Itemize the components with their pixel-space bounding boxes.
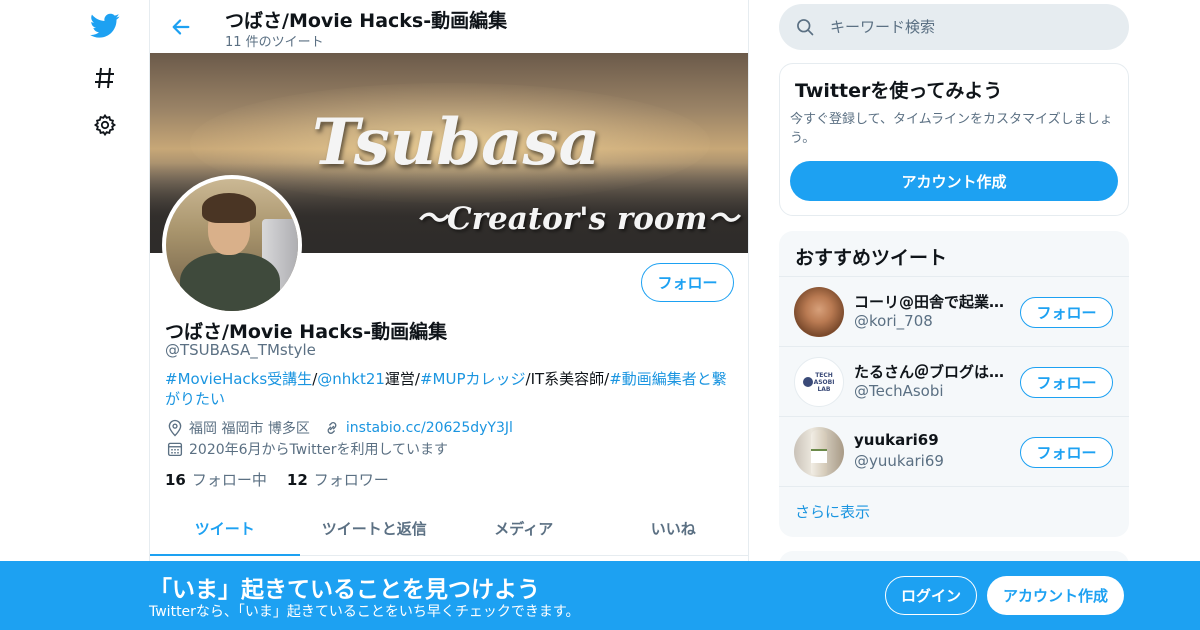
following-count: 16	[165, 471, 186, 489]
tab-media[interactable]: メディア	[449, 502, 599, 555]
profile-stats: 16 フォロー中 12 フォロワー	[165, 469, 389, 490]
location-pin-icon	[165, 418, 185, 438]
calendar-icon	[165, 439, 185, 459]
tab-tweets[interactable]: ツイート	[150, 502, 300, 556]
follow-button[interactable]: フォロー	[1020, 367, 1113, 398]
recommended-user-handle: @yuukari69	[854, 452, 944, 470]
profile-avatar[interactable]	[162, 175, 302, 315]
gear-icon[interactable]	[85, 105, 125, 145]
bottle-label	[811, 449, 827, 463]
following-label: フォロー中	[191, 471, 267, 489]
followers-count: 12	[286, 471, 308, 489]
show-more-link[interactable]: さらに表示	[779, 486, 1129, 537]
follow-button[interactable]: フォロー	[1020, 437, 1113, 468]
hashtag-icon[interactable]	[85, 58, 125, 98]
bio-text: /IT系美容師/	[525, 370, 610, 388]
profile-name: つばさ/Movie Hacks-動画編集	[165, 321, 448, 343]
profile-location: 福岡 福岡市 博多区	[189, 421, 310, 437]
left-nav	[80, 0, 130, 630]
list-item[interactable]: yuukari69 @yuukari69 フォロー	[779, 416, 1129, 486]
profile-tabs: ツイート ツイートと返信 メディア いいね	[150, 502, 748, 556]
followers-link[interactable]: 12 フォロワー	[287, 469, 389, 490]
recommended-user-name[interactable]: たるさん＠ブログは資産	[854, 361, 1006, 382]
avatar[interactable]	[794, 287, 844, 337]
profile-handle: @TSUBASA_TMstyle	[165, 341, 316, 359]
bottom-signup-bar: 「いま」起きていることを見つけよう Twitterなら、「いま」起きていることを…	[0, 561, 1200, 630]
signup-card-description: 今すぐ登録して、タイムラインをカスタマイズしましょう。	[790, 112, 1113, 146]
list-item[interactable]: TECH ASOBI LAB たるさん＠ブログは資産 @TechAsobi フォ…	[779, 346, 1129, 416]
link-icon	[322, 418, 342, 438]
tab-likes[interactable]: いいね	[599, 502, 749, 555]
profile-header-bar: つばさ/Movie Hacks-動画編集 11 件のツイート	[150, 0, 748, 53]
login-button[interactable]: ログイン	[885, 576, 977, 615]
header-title: つばさ/Movie Hacks-動画編集	[225, 10, 508, 32]
search-icon	[794, 16, 816, 38]
banner-title: Tsubasa	[312, 105, 601, 180]
tweet-count: 11 件のツイート	[225, 35, 324, 50]
main-column: つばさ/Movie Hacks-動画編集 11 件のツイート Tsubasa 〜…	[149, 0, 749, 630]
recommended-user-handle: @kori_708	[854, 312, 933, 330]
bio-hashtag-moviehacks[interactable]: #MovieHacks受講生	[165, 370, 312, 388]
signup-card: Twitterを使ってみよう 今すぐ登録して、タイムラインをカスタマイズしましょ…	[779, 63, 1129, 216]
follow-button[interactable]: フォロー	[641, 263, 734, 302]
bio-text: 運営/	[384, 370, 420, 388]
profile-url[interactable]: instabio.cc/20625dyY3Jl	[346, 420, 513, 436]
page: つばさ/Movie Hacks-動画編集 11 件のツイート Tsubasa 〜…	[0, 0, 1200, 630]
profile-joined: 2020年6月からTwitterを利用しています	[189, 442, 449, 458]
bottom-bar-title: 「いま」起きていることを見つけよう	[149, 577, 540, 603]
signup-button[interactable]: アカウント作成	[987, 576, 1124, 615]
avatar-body	[180, 253, 280, 311]
followers-label: フォロワー	[313, 471, 389, 489]
search-input[interactable]	[830, 18, 1110, 36]
recommended-user-handle: @TechAsobi	[854, 382, 944, 400]
tab-tweets-replies[interactable]: ツイートと返信	[300, 502, 450, 555]
tech-asobi-logo-icon: TECH ASOBI LAB	[803, 372, 835, 393]
search-bar	[779, 4, 1129, 50]
list-item[interactable]: コーリ@田舎で起業しました @kori_708 フォロー	[779, 276, 1129, 346]
recommended-user-name[interactable]: yuukari69	[854, 431, 1006, 449]
svg-text:LAB: LAB	[817, 386, 830, 393]
recommended-user-name[interactable]: コーリ@田舎で起業しました	[854, 291, 1006, 312]
bio-hashtag-mup[interactable]: #MUPカレッジ	[420, 370, 526, 388]
avatar[interactable]	[794, 427, 844, 477]
back-arrow-icon[interactable]	[164, 10, 198, 44]
recommended-tweets-card: おすすめツイート コーリ@田舎で起業しました @kori_708 フォロー TE…	[779, 231, 1129, 537]
avatar-hair	[202, 193, 256, 223]
show-more-label: さらに表示	[795, 503, 871, 521]
following-link[interactable]: 16 フォロー中	[165, 469, 267, 490]
profile-meta-location: 福岡 福岡市 博多区 instabio.cc/20625dyY3Jl	[165, 418, 513, 438]
create-account-button[interactable]: アカウント作成	[790, 161, 1118, 201]
avatar[interactable]: TECH ASOBI LAB	[794, 357, 844, 407]
bottom-bar-subtitle: Twitterなら、「いま」起きていることをいち早くチェックできます。	[149, 604, 580, 620]
signup-card-title: Twitterを使ってみよう	[795, 80, 1003, 102]
profile-bio: #MovieHacks受講生/@nhkt21運営/#MUPカレッジ/IT系美容師…	[165, 369, 735, 409]
svg-text:TECH: TECH	[815, 372, 833, 379]
banner-subtitle: 〜Creator's room〜	[416, 201, 739, 237]
bio-mention-nhkt21[interactable]: @nhkt21	[317, 370, 385, 388]
profile-meta-joined: 2020年6月からTwitterを利用しています	[165, 439, 448, 459]
twitter-bird-icon[interactable]	[85, 6, 125, 46]
svg-text:ASOBI: ASOBI	[814, 379, 835, 386]
follow-button[interactable]: フォロー	[1020, 297, 1113, 328]
recommended-title: おすすめツイート	[795, 247, 948, 269]
